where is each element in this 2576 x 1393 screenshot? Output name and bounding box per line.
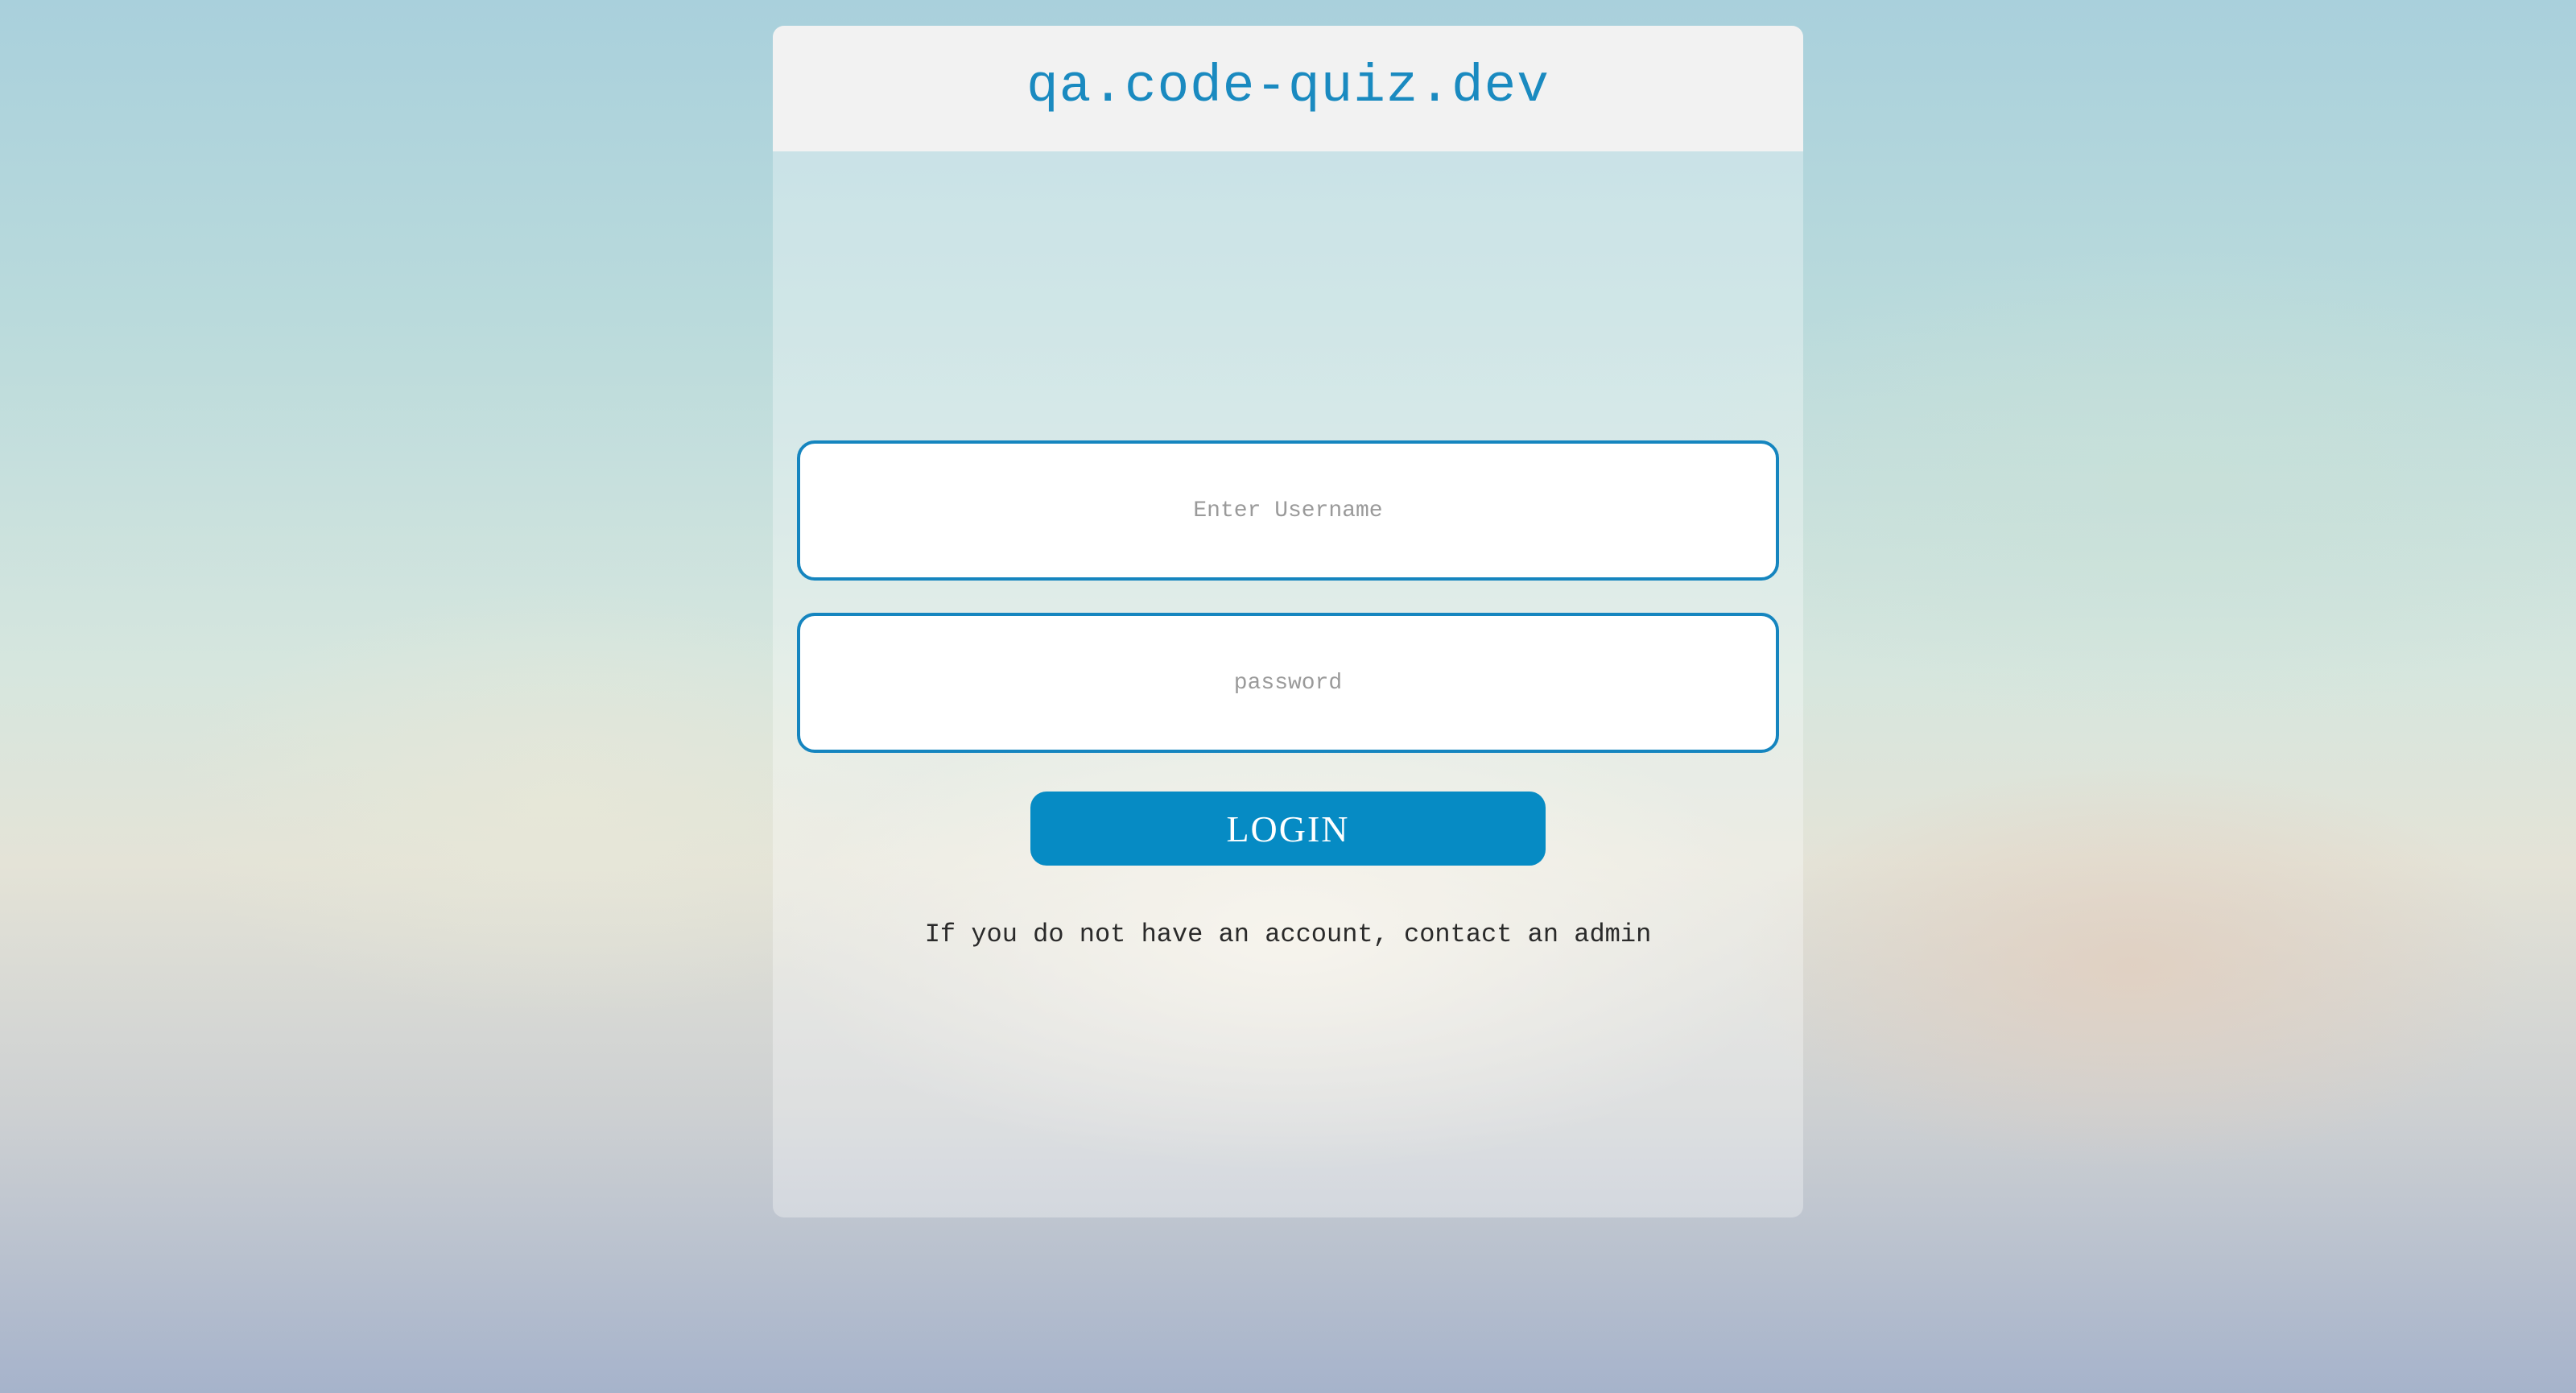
login-card: qa.code-quiz.dev LOGIN If you do not hav… [773, 26, 1803, 1217]
card-header: qa.code-quiz.dev [773, 26, 1803, 151]
site-title: qa.code-quiz.dev [1026, 56, 1550, 117]
password-input[interactable] [800, 615, 1776, 750]
help-text: If you do not have an account, contact a… [924, 920, 1652, 949]
password-field-container [797, 613, 1779, 753]
username-field-container [797, 440, 1779, 581]
login-button[interactable]: LOGIN [1030, 792, 1546, 866]
username-input[interactable] [800, 443, 1776, 578]
